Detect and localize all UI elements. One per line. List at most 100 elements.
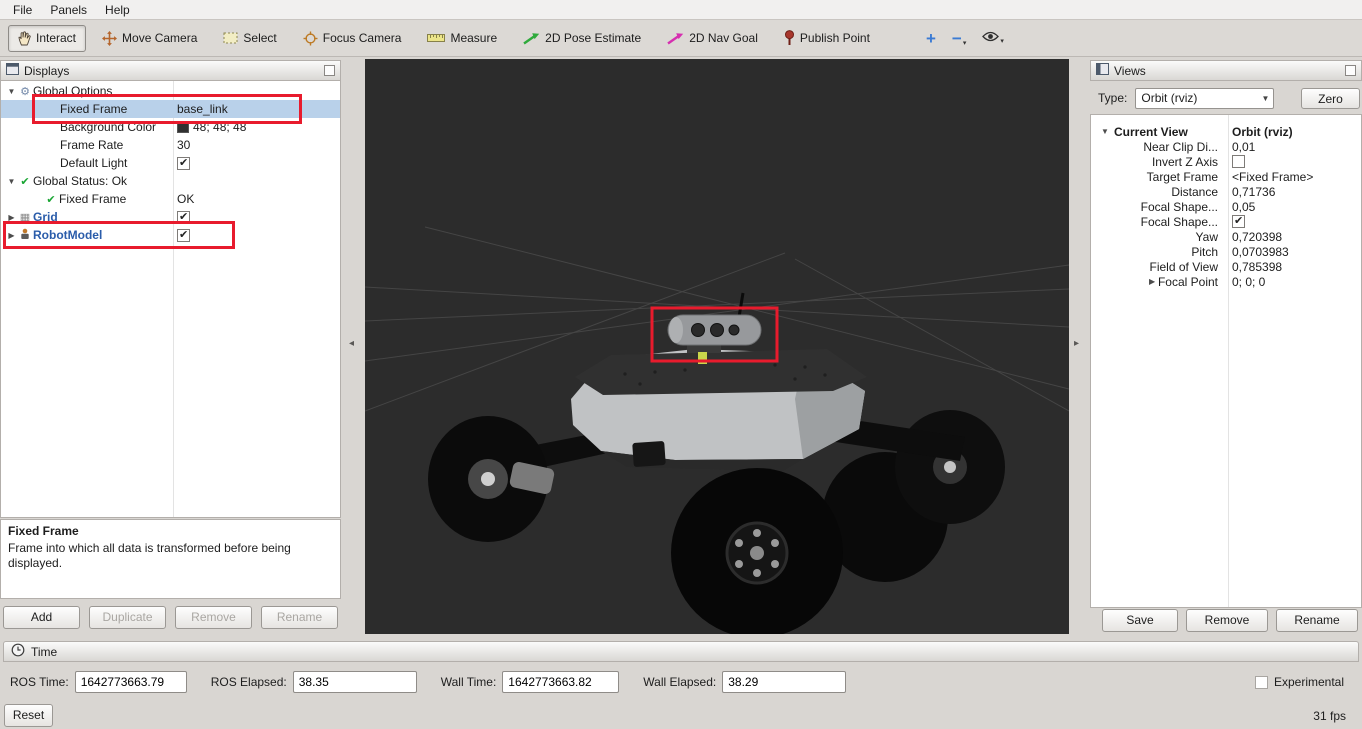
status-ok-check-icon: ✔ (43, 193, 59, 206)
experimental-toggle[interactable]: Experimental (1255, 675, 1344, 689)
panel-float-button[interactable] (324, 65, 335, 76)
collapse-right-panel-handle[interactable]: ▸ (1074, 338, 1079, 349)
menu-help[interactable]: Help (96, 1, 139, 19)
fixed-frame-value[interactable]: base_link (177, 102, 228, 116)
rename-display-button[interactable]: Rename (261, 606, 338, 629)
chevron-down-icon: ▼ (1261, 94, 1269, 103)
row-value[interactable]: 0,05 (1232, 200, 1255, 214)
row-label: Focal Point (1091, 275, 1218, 289)
row-value[interactable]: 0,01 (1232, 140, 1255, 154)
row-label: Near Clip Di... (1091, 140, 1218, 154)
views-title-bar[interactable]: Views (1090, 60, 1362, 81)
tool-publish-point[interactable]: Publish Point (774, 24, 880, 52)
tree-row-frame-rate[interactable]: Frame Rate 30 (1, 136, 340, 154)
ros-elapsed-field[interactable] (293, 671, 417, 693)
wall-time-field[interactable] (502, 671, 619, 693)
views-panel-icon (1096, 63, 1109, 78)
add-display-button[interactable]: Add (3, 606, 80, 629)
3d-scene (365, 59, 1069, 634)
tool-2d-pose-estimate[interactable]: 2D Pose Estimate (513, 25, 651, 51)
duplicate-display-button[interactable]: Duplicate (89, 606, 166, 629)
3d-viewport[interactable] (365, 59, 1069, 634)
views-panel-title: Views (1114, 64, 1146, 78)
invert-z-checkbox[interactable] (1232, 155, 1245, 168)
displays-title-bar[interactable]: Displays (0, 60, 341, 81)
robot-icon (17, 228, 33, 243)
row-value[interactable]: 0,0703983 (1232, 245, 1289, 259)
tree-row-grid[interactable]: ▶ ▦ Grid (1, 208, 340, 226)
grid-enabled-checkbox[interactable] (177, 211, 190, 224)
tree-row-fixed-frame[interactable]: Fixed Frame base_link (1, 100, 340, 118)
view-row-near-clip[interactable]: Near Clip Di... 0,01 (1091, 140, 1361, 155)
remove-view-button[interactable]: Remove (1186, 609, 1268, 632)
map-pin-icon (784, 30, 795, 46)
ros-time-field[interactable] (75, 671, 187, 693)
focal-shape-fixed-checkbox[interactable] (1232, 215, 1245, 228)
tool-focus-camera[interactable]: Focus Camera (293, 25, 412, 52)
view-row-target-frame[interactable]: Target Frame <Fixed Frame> (1091, 170, 1361, 185)
robot-model-enabled-checkbox[interactable] (177, 229, 190, 242)
help-title: Fixed Frame (8, 524, 333, 539)
remove-display-button[interactable]: Remove (175, 606, 252, 629)
view-row-invert-z[interactable]: Invert Z Axis (1091, 155, 1361, 170)
collapse-left-panel-handle[interactable]: ◂ (349, 338, 354, 349)
view-row-focal-shape-fixed[interactable]: Focal Shape... (1091, 215, 1361, 230)
remove-tool-button[interactable]: −▾ (952, 30, 966, 47)
view-type-dropdown[interactable]: Orbit (rviz) ▼ (1135, 88, 1274, 109)
tree-row-default-light[interactable]: Default Light (1, 154, 340, 172)
view-row-yaw[interactable]: Yaw 0,720398 (1091, 230, 1361, 245)
gear-icon: ⚙ (17, 85, 33, 98)
row-value[interactable]: 0,720398 (1232, 230, 1282, 244)
tree-row-robot-model[interactable]: ▶ RobotModel (1, 226, 340, 244)
focus-crosshair-icon (303, 31, 318, 46)
reset-button[interactable]: Reset (4, 704, 53, 727)
view-row-current-view[interactable]: ▼ Current View Orbit (rviz) (1091, 125, 1361, 140)
tool-visibility-button[interactable]: ▾ (982, 31, 1004, 45)
background-color-value[interactable]: 48; 48; 48 (177, 120, 246, 134)
panel-float-button[interactable] (1345, 65, 1356, 76)
view-row-focal-shape-size[interactable]: Focal Shape... 0,05 (1091, 200, 1361, 215)
view-row-focal-point[interactable]: ▶ Focal Point 0; 0; 0 (1091, 275, 1361, 290)
tree-row-global-status[interactable]: ▼ ✔ Global Status: Ok (1, 172, 340, 190)
save-view-button[interactable]: Save (1102, 609, 1178, 632)
tool-select[interactable]: Select (213, 25, 286, 51)
collapse-arrow-icon[interactable]: ▼ (6, 177, 17, 186)
experimental-checkbox[interactable] (1255, 676, 1268, 689)
row-value: Orbit (rviz) (1232, 125, 1293, 139)
row-value[interactable]: 0,71736 (1232, 185, 1275, 199)
collapse-arrow-icon[interactable]: ▼ (6, 87, 17, 96)
default-light-checkbox[interactable] (177, 157, 190, 170)
row-value[interactable]: 0; 0; 0 (1232, 275, 1265, 289)
expand-arrow-icon[interactable]: ▶ (6, 231, 17, 240)
collapse-arrow-icon[interactable]: ▼ (1101, 127, 1109, 136)
row-value[interactable]: <Fixed Frame> (1232, 170, 1313, 184)
expand-arrow-icon[interactable]: ▶ (6, 213, 17, 222)
zero-button[interactable]: Zero (1301, 88, 1360, 109)
row-value[interactable]: 0,785398 (1232, 260, 1282, 274)
magenta-arrow-icon (667, 32, 684, 45)
tree-row-background-color[interactable]: Background Color 48; 48; 48 (1, 118, 340, 136)
wall-elapsed-field[interactable] (722, 671, 846, 693)
menu-panels[interactable]: Panels (41, 1, 96, 19)
view-row-pitch[interactable]: Pitch 0,0703983 (1091, 245, 1361, 260)
tool-move-camera[interactable]: Move Camera (92, 25, 207, 52)
select-box-icon (223, 32, 238, 44)
tool-select-label: Select (243, 31, 276, 45)
property-help-box: Fixed Frame Frame into which all data is… (0, 519, 341, 599)
view-row-distance[interactable]: Distance 0,71736 (1091, 185, 1361, 200)
rename-view-button[interactable]: Rename (1276, 609, 1358, 632)
view-row-field-of-view[interactable]: Field of View 0,785398 (1091, 260, 1361, 275)
menu-file[interactable]: File (4, 1, 41, 19)
tree-row-fixed-frame-status[interactable]: ✔ Fixed Frame OK (1, 190, 340, 208)
minus-icon: − (952, 30, 962, 47)
view-type-row: Type: Orbit (rviz) ▼ Zero (1090, 87, 1362, 109)
row-label: Grid (33, 210, 58, 224)
add-tool-button[interactable]: + (926, 30, 936, 47)
time-title-bar[interactable]: Time (3, 641, 1359, 662)
tool-measure[interactable]: Measure (417, 25, 507, 51)
tool-interact[interactable]: Interact (8, 25, 86, 52)
interact-hand-icon (18, 31, 31, 46)
frame-rate-value[interactable]: 30 (177, 138, 190, 152)
tree-row-global-options[interactable]: ▼ ⚙ Global Options (1, 82, 340, 100)
tool-2d-nav-goal[interactable]: 2D Nav Goal (657, 25, 768, 51)
